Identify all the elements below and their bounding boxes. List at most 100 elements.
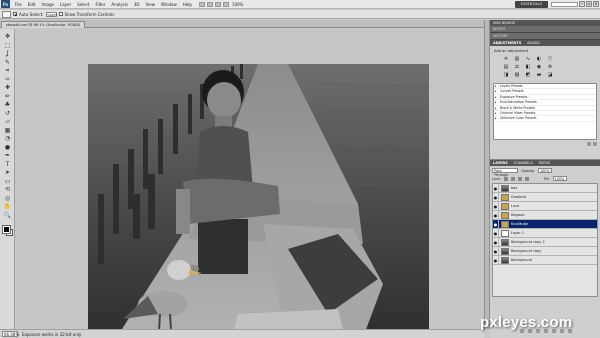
lasso-tool-icon[interactable]: ʆ (3, 50, 12, 58)
lock-all-icon[interactable] (524, 176, 529, 181)
mini-bridge-icon[interactable] (206, 1, 213, 7)
layer-row[interactable]: ● Ragazzi (493, 210, 597, 220)
quick-select-tool-icon[interactable]: ✎ (3, 59, 12, 67)
posterize-icon[interactable]: ▧ (513, 72, 521, 78)
eyedropper-tool-icon[interactable]: ✑ (3, 76, 12, 84)
help-search-input[interactable] (551, 2, 578, 7)
auto-select-dropdown[interactable]: Layer (45, 11, 57, 17)
foreground-color-swatch[interactable] (2, 225, 11, 234)
tab-layers[interactable]: LAYERS (493, 160, 508, 166)
status-zoom-field[interactable]: 66.08% (2, 331, 19, 337)
layer-row[interactable]: ● Background copy 2 (493, 237, 597, 247)
menu-window[interactable]: Window (158, 0, 180, 9)
close-button[interactable]: × (593, 1, 599, 7)
type-tool-icon[interactable]: T (3, 161, 12, 169)
visibility-eye-icon[interactable]: ● (493, 219, 499, 229)
layer-row[interactable]: ● Layer 1 (493, 228, 597, 238)
tab-paths[interactable]: PATHS (539, 160, 550, 166)
marquee-tool-icon[interactable]: ⬚ (3, 42, 12, 50)
menu-3d[interactable]: 3D (131, 0, 143, 9)
clone-tool-icon[interactable]: ♣ (3, 101, 12, 109)
tab-channels[interactable]: CHANNELS (514, 160, 533, 166)
gradient-tool-icon[interactable]: ▦ (3, 127, 12, 135)
lock-pixels-icon[interactable] (510, 176, 515, 181)
fill-field[interactable]: 100% (552, 176, 567, 181)
menu-layer[interactable]: Layer (57, 0, 74, 9)
menu-filter[interactable]: Filter (92, 0, 108, 9)
brightness-icon[interactable]: ☀ (502, 56, 510, 62)
lock-position-icon[interactable] (517, 176, 522, 181)
visibility-eye-icon[interactable]: ● (493, 255, 499, 265)
menu-analysis[interactable]: Analysis (108, 0, 130, 9)
document-tab[interactable]: stepstill.psd @ 66.1% (Knollkutje, RGB/8… (1, 21, 86, 28)
menu-file[interactable]: File (12, 0, 25, 9)
menu-view[interactable]: View (143, 0, 159, 9)
preset-item[interactable]: Selective Color Presets (494, 116, 596, 122)
black-white-icon[interactable]: ◧ (524, 64, 532, 70)
crop-tool-icon[interactable]: ⌗ (3, 67, 12, 75)
gradient-map-icon[interactable]: ▬ (535, 72, 543, 78)
auto-select-checkbox[interactable] (13, 12, 17, 16)
invert-icon[interactable]: ◨ (502, 72, 510, 78)
color-balance-icon[interactable]: ⚖ (513, 64, 521, 70)
path-select-tool-icon[interactable]: ➤ (3, 169, 12, 177)
threshold-icon[interactable]: ◩ (524, 72, 532, 78)
layer-row[interactable]: ● Background (493, 255, 597, 265)
visibility-eye-icon[interactable]: ● (493, 210, 499, 220)
channel-mixer-icon[interactable]: ✣ (546, 64, 554, 70)
history-brush-tool-icon[interactable]: ↺ (3, 110, 12, 118)
zoom-tool-icon[interactable]: 🔍 (3, 212, 12, 220)
3d-orbit-tool-icon[interactable]: ◎ (3, 195, 12, 203)
layer-row[interactable]: ● Knollkutje (493, 219, 597, 229)
bridge-icon[interactable] (198, 1, 205, 7)
visibility-eye-icon[interactable]: ● (493, 237, 499, 247)
visibility-eye-icon[interactable]: ● (493, 201, 499, 211)
options-icon[interactable] (593, 142, 597, 146)
layer-row[interactable]: ● Background copy (493, 246, 597, 256)
menu-edit[interactable]: Edit (25, 0, 39, 9)
minimize-button[interactable]: – (579, 1, 585, 7)
3d-rotate-tool-icon[interactable]: ⟲ (3, 186, 12, 194)
zoom-level[interactable]: 100% (232, 0, 243, 9)
tab-adjustments[interactable]: ADJUSTMENTS (493, 40, 521, 46)
visibility-eye-icon[interactable]: ● (493, 192, 499, 202)
visibility-eye-icon[interactable]: ● (493, 183, 499, 193)
healing-tool-icon[interactable]: ✚ (3, 84, 12, 92)
eraser-tool-icon[interactable]: ▱ (3, 118, 12, 126)
layer-row[interactable]: ● Luce (493, 201, 597, 211)
move-tool-icon[interactable]: ✥ (3, 33, 12, 41)
layer-row[interactable]: ● bay (493, 183, 597, 193)
brush-tool-icon[interactable]: ✏ (3, 93, 12, 101)
selective-color-icon[interactable]: ◪ (546, 72, 554, 78)
history-panel-header[interactable]: HISTORY (490, 33, 600, 40)
visibility-eye-icon[interactable]: ● (493, 228, 499, 238)
menu-image[interactable]: Image (38, 0, 57, 9)
photo-filter-icon[interactable]: ◉ (535, 64, 543, 70)
hand-tool-icon[interactable]: ✋ (3, 203, 12, 211)
lock-transparency-icon[interactable] (503, 176, 508, 181)
zoom-icon[interactable] (222, 1, 229, 7)
menu-help[interactable]: Help (180, 0, 195, 9)
tool-preset-picker[interactable] (2, 10, 11, 18)
blend-mode-dropdown[interactable]: Pass Through (492, 168, 518, 177)
restore-button[interactable]: ▫ (586, 1, 592, 7)
hand-icon[interactable] (214, 1, 221, 7)
workspace-switcher[interactable]: ESSENTIALS (515, 1, 548, 8)
curves-icon[interactable]: ∿ (524, 56, 532, 62)
visibility-eye-icon[interactable]: ● (493, 246, 499, 256)
vibrance-icon[interactable]: ▽ (546, 56, 554, 62)
clip-icon[interactable] (587, 142, 591, 146)
document-canvas[interactable] (88, 64, 429, 338)
blur-tool-icon[interactable]: ◔ (3, 135, 12, 143)
shape-tool-icon[interactable]: ▭ (3, 178, 12, 186)
exposure-icon[interactable]: ◐ (535, 56, 543, 62)
tab-masks[interactable]: MASKS (527, 40, 539, 46)
opacity-field[interactable]: 100% (537, 168, 552, 173)
dodge-tool-icon[interactable]: ● (3, 144, 12, 152)
layer-row[interactable]: ● Gradient (493, 192, 597, 202)
menu-select[interactable]: Select (74, 0, 92, 9)
pen-tool-icon[interactable]: ✒ (3, 152, 12, 160)
show-transform-checkbox[interactable] (58, 12, 63, 16)
hue-saturation-icon[interactable]: ▤ (502, 64, 510, 70)
levels-icon[interactable]: ▥ (513, 56, 521, 62)
